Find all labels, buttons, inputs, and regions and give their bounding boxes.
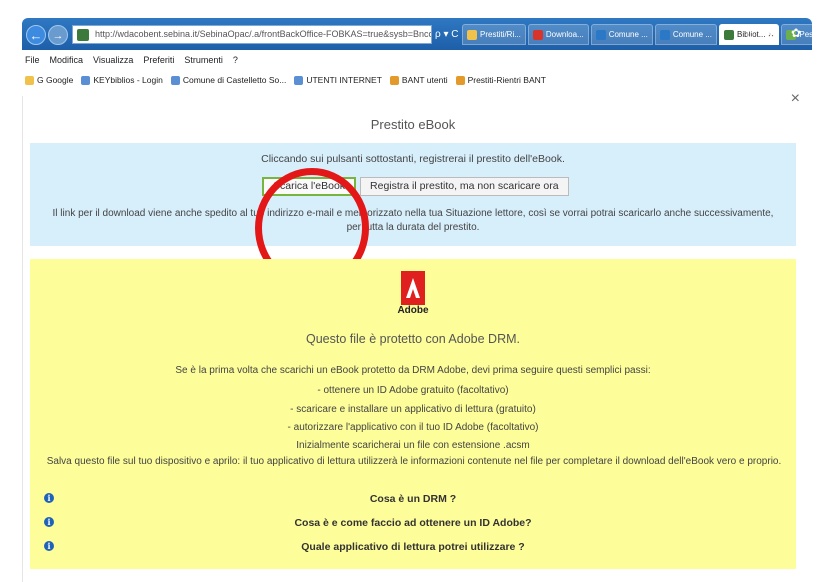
drm-step-adobe-id: - ottenere un ID Adobe gratuito (facolta… [317,385,509,396]
ie-page-icon [81,75,91,85]
menu-strumenti[interactable]: Strumenti [184,50,223,70]
faq-link[interactable]: Cosa è un DRM ? [30,493,796,505]
address-url: http://wdacobent.sebina.it/SebinaOpac/.a… [95,29,432,39]
favorite-prestiti-rientri[interactable]: Prestiti-Rientri BANT [455,70,546,90]
back-button[interactable]: ← [26,25,46,45]
tab-comune-2[interactable]: Comune ... [654,24,717,45]
forward-button[interactable]: → [48,25,68,45]
tab-prestiti[interactable]: Prestiti/Ri... [462,24,526,45]
menu-help[interactable]: ? [233,50,238,70]
menu-file[interactable]: File [25,50,40,70]
favorite-bant-utenti[interactable]: BANT utenti [389,70,448,90]
adobe-logo-text: Adobe [397,305,429,316]
drm-heading: Questo file è protetto con Adobe DRM. [305,332,520,346]
menu-visualizza[interactable]: Visualizza [93,50,133,70]
bant-icon [389,75,399,85]
favorite-label: BANT utenti [401,75,448,85]
address-bar[interactable]: http://wdacobent.sebina.it/SebinaOpac/.a… [72,25,432,44]
favorites-bar: G Google KEYbiblios - Login Comune di Ca… [22,70,812,90]
favorite-label: Prestiti-Rientri BANT [467,75,546,85]
favorite-utenti-internet[interactable]: UTENTI INTERNET [294,70,382,90]
download-link-note: Il link per il download viene anche sped… [52,208,774,233]
favorites-star-icon [25,75,34,85]
favorite-comune[interactable]: Comune di Castelletto So... [170,70,287,90]
favorite-label: Comune di Castelletto So... [182,75,287,85]
browser-tools-icons[interactable]: ⌂ ★ ✿ [746,26,806,40]
menu-bar: File Modifica Visualizza Preferiti Strum… [22,50,812,70]
bant-icon [455,75,465,85]
register-loan-button[interactable]: Registra il prestito, ma non scaricare o… [360,177,569,196]
tab-favicon-icon [467,29,477,40]
drm-intro-line: Se è la prima volta che scarichi un eBoo… [175,365,651,376]
favorite-label: UTENTI INTERNET [306,75,382,85]
menu-preferiti[interactable]: Preferiti [143,50,174,70]
browser-titlebar: ← → http://wdacobent.sebina.it/SebinaOpa… [22,18,817,50]
tab-favicon-icon [532,29,543,40]
tab-favicon-icon [659,29,670,40]
drm-step-authorize: - autorizzare l'applicativo con il tuo I… [287,422,539,433]
adobe-logo-icon [401,271,425,305]
site-favicon-icon [77,29,89,41]
site-icon [170,75,180,85]
tab-label: Comune ... [608,30,648,39]
tab-label: Downloa... [545,30,584,39]
loan-info-panel: Cliccando sui pulsanti sottostanti, regi… [30,143,796,288]
tab-comune-1[interactable]: Comune ... [590,24,653,45]
adobe-drm-panel: Adobe Questo file è protetto con Adobe D… [30,259,796,569]
browser-chrome: ← → http://wdacobent.sebina.it/SebinaOpa… [22,18,817,94]
loan-intro-text: Cliccando sui pulsanti sottostanti, regi… [261,153,565,165]
tab-label: Prestiti/Ri... [480,30,521,39]
drm-save-note: Salva questo file sul tuo dispositivo e … [46,456,782,467]
menu-modifica[interactable]: Modifica [50,50,84,70]
ie-page-icon [294,75,304,85]
favorite-label: G Google [37,75,74,85]
favorite-keybiblios[interactable]: KEYbiblios - Login [81,70,163,90]
favorite-label: KEYbiblios - Login [93,75,163,85]
drm-acsm-note: Inizialmente scaricherai un file con est… [296,440,530,451]
faq-link[interactable]: Quale applicativo di lettura potrei util… [30,541,796,553]
dialog-title: Prestito eBook [370,117,456,132]
close-icon[interactable]: × [791,90,800,108]
tab-download[interactable]: Downloa... [527,24,589,45]
tab-label: Comune ... [672,30,712,39]
ebook-loan-dialog: × Prestito eBook Cliccando sui pulsanti … [22,90,802,582]
drm-step-install-reader: - scaricare e installare un applicativo … [290,404,536,415]
faq-link[interactable]: Cosa è e come faccio ad ottenere un ID A… [30,517,796,529]
tab-favicon-icon [595,29,606,40]
tab-favicon-icon [723,29,734,40]
address-tools[interactable]: ρ ▾ C [435,25,459,44]
favorite-google[interactable]: G Google [25,70,73,90]
